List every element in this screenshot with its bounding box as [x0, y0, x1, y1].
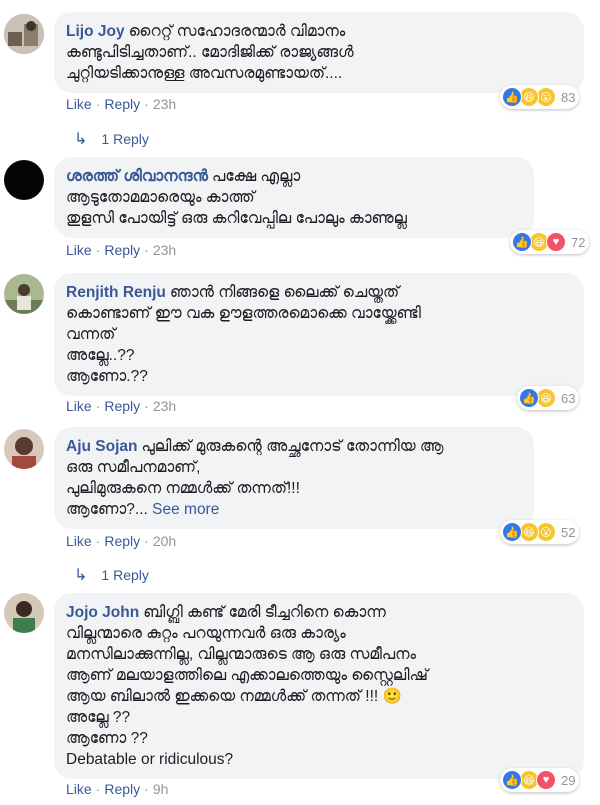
- reaction-summary[interactable]: 👍 😆 😮 83: [500, 85, 580, 109]
- reaction-summary[interactable]: 👍 😆 ♥ 72: [510, 230, 590, 254]
- reaction-count: 63: [561, 390, 576, 406]
- view-replies-link[interactable]: ↳ 1 Reply: [74, 129, 149, 149]
- reaction-count: 29: [561, 772, 576, 788]
- reaction-summary[interactable]: 👍 😆 ♥ 29: [500, 768, 580, 792]
- comment-text: റൈറ്റ് സഹോദരന്മാർ വിമാനം: [128, 23, 346, 40]
- comment-actions: Like · Reply · 23h: [66, 398, 177, 414]
- comment-text: ആണോ.??: [66, 368, 148, 385]
- author-name[interactable]: Renjith Renju: [66, 284, 166, 301]
- like-link[interactable]: Like: [66, 96, 92, 112]
- see-more-link[interactable]: See more: [152, 501, 219, 518]
- comment-text: ഒരു സമീപനമാണ്,: [66, 459, 201, 476]
- reaction-count: 72: [571, 234, 586, 250]
- reply-link[interactable]: Reply: [104, 781, 140, 797]
- comment-text: പുലിക്ക് മുരുകന്റെ അച്ഛനോട് തോന്നിയ ആ: [141, 438, 444, 455]
- author-name[interactable]: Lijo Joy: [66, 23, 125, 40]
- haha-reaction-icon: 😆: [536, 388, 556, 408]
- wow-reaction-icon: 😮: [536, 87, 556, 107]
- wow-reaction-icon: 😮: [536, 522, 556, 542]
- timestamp[interactable]: 23h: [153, 398, 176, 414]
- avatar[interactable]: [4, 160, 44, 200]
- reply-arrow-icon: ↳: [74, 567, 88, 584]
- timestamp[interactable]: 9h: [153, 781, 169, 797]
- comment-bubble: Renjith Renju ഞാൻ നിങ്ങളെ ലൈക്ക് ചെയ്തത് …: [54, 273, 584, 396]
- timestamp[interactable]: 20h: [153, 533, 176, 549]
- comment-text: പക്ഷേ എല്ലാ: [211, 168, 301, 185]
- comment-text: വില്ലന്മാരെ കുറ്റം പറയുന്നവർ ഒരു കാര്യം: [66, 625, 346, 642]
- comment-text: ആയ ബിലാൽ ഇക്കയെ നമ്മൾക്ക് തന്നത് !!! 🙂: [66, 688, 402, 705]
- comment-bubble: Jojo John ബിഗ്ബി കണ്ട് മേരി ടീച്ചറിനെ കൊന…: [54, 593, 584, 779]
- comment-text: ആണോ?...: [66, 501, 148, 518]
- like-reaction-icon: 👍: [512, 232, 532, 252]
- view-replies-label[interactable]: 1 Reply: [101, 131, 148, 147]
- view-replies-label[interactable]: 1 Reply: [101, 567, 148, 583]
- comment-text: കണ്ടുപിടിച്ചതാണ്.. മോദിജിക്ക് രാജ്യങ്ങൾ: [66, 44, 354, 61]
- reply-link[interactable]: Reply: [104, 398, 140, 414]
- timestamp[interactable]: 23h: [153, 96, 176, 112]
- comment-text: അല്ലേ..??: [66, 347, 135, 364]
- avatar[interactable]: [4, 429, 44, 469]
- comment-actions: Like · Reply · 9h: [66, 781, 169, 797]
- comment-bubble: Aju Sojan പുലിക്ക് മുരുകന്റെ അച്ഛനോട് തോന…: [54, 427, 534, 529]
- reaction-summary[interactable]: 👍 😆 63: [517, 386, 580, 410]
- reply-link[interactable]: Reply: [104, 533, 140, 549]
- comment-text: ബിഗ്ബി കണ്ട് മേരി ടീച്ചറിനെ കൊന്ന: [143, 604, 386, 621]
- avatar[interactable]: [4, 274, 44, 314]
- comment-text: ചുറ്റിയടിക്കാനുള്ള അവസരമുണ്ടായത്....: [66, 65, 343, 82]
- like-link[interactable]: Like: [66, 781, 92, 797]
- comment-text: തുളസി പോയിട്ട് ഒരു കറിവേപ്പില പോലും കാണു…: [66, 210, 407, 227]
- reaction-count: 52: [561, 524, 576, 540]
- like-link[interactable]: Like: [66, 242, 92, 258]
- haha-reaction-icon: 😆: [519, 87, 539, 107]
- comment-actions: Like · Reply · 23h: [66, 96, 177, 112]
- love-reaction-icon: ♥: [536, 770, 556, 790]
- like-reaction-icon: 👍: [502, 87, 522, 107]
- comment-text: അല്ലേ ??: [66, 709, 131, 726]
- reply-link[interactable]: Reply: [104, 96, 140, 112]
- author-name[interactable]: Jojo John: [66, 604, 139, 621]
- comment-text: ഞാൻ നിങ്ങളെ ലൈക്ക് ചെയ്തത്: [169, 284, 400, 301]
- author-name[interactable]: ശരത്ത് ശിവാനന്ദൻ: [66, 168, 208, 185]
- author-name[interactable]: Aju Sojan: [66, 438, 137, 455]
- like-reaction-icon: 👍: [502, 522, 522, 542]
- reply-arrow-icon: ↳: [74, 131, 88, 148]
- like-link[interactable]: Like: [66, 398, 92, 414]
- avatar[interactable]: [4, 593, 44, 633]
- comment-text: വന്നത്: [66, 326, 116, 343]
- comment-actions: Like · Reply · 20h: [66, 533, 177, 549]
- view-replies-link[interactable]: ↳ 1 Reply: [74, 565, 149, 585]
- reaction-summary[interactable]: 👍 😆 😮 52: [500, 520, 580, 544]
- like-reaction-icon: 👍: [519, 388, 539, 408]
- comment-text: ആണ് മലയാളത്തിലെ എക്കാലത്തെയും സ്റ്റൈലിഷ്: [66, 667, 428, 684]
- comment-text: Debatable or ridiculous?: [66, 751, 234, 768]
- like-link[interactable]: Like: [66, 533, 92, 549]
- avatar[interactable]: [4, 14, 44, 54]
- reply-link[interactable]: Reply: [104, 242, 140, 258]
- comment-text: കൊണ്ടാണ് ഈ വക ഊളത്തരമൊക്കെ വായ്ക്കേണ്ടി: [66, 305, 421, 322]
- like-reaction-icon: 👍: [502, 770, 522, 790]
- love-reaction-icon: ♥: [546, 232, 566, 252]
- comment-bubble: Lijo Joy റൈറ്റ് സഹോദരന്മാർ വിമാനം കണ്ടുപി…: [54, 12, 584, 93]
- reaction-count: 83: [561, 89, 576, 105]
- comment-text: ആണോ ??: [66, 730, 148, 747]
- timestamp[interactable]: 23h: [153, 242, 176, 258]
- comment-text: പുലിമുരുകനെ നമ്മൾക്ക് തന്നത്!!!: [66, 480, 300, 497]
- comment-text: ആടുതോമമാരെയും കാത്ത്: [66, 189, 255, 206]
- haha-reaction-icon: 😆: [519, 522, 539, 542]
- comment-actions: Like · Reply · 23h: [66, 242, 177, 258]
- comment-bubble: ശരത്ത് ശിവാനന്ദൻ പക്ഷേ എല്ലാ ആടുതോമമാരെയു…: [54, 157, 534, 238]
- comment-text: മനസിലാക്കുന്നില്ല, വില്ലന്മാരുടെ ആ ഒരു സ…: [66, 646, 417, 663]
